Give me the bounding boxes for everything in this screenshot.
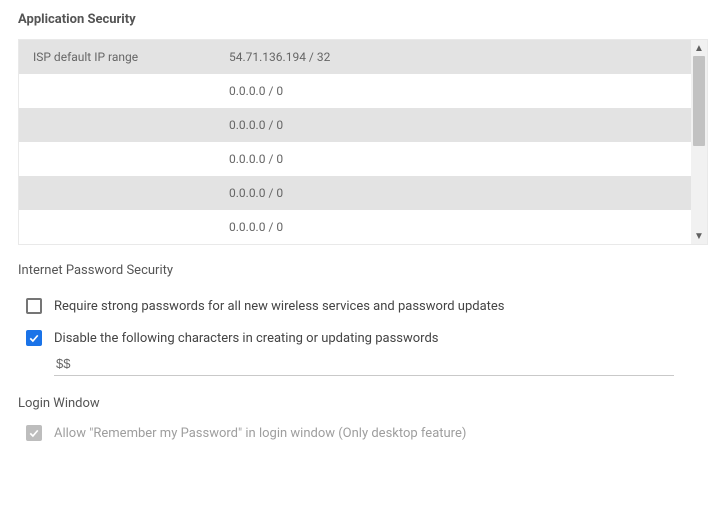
internet-password-security-header: Internet Password Security [18,263,708,278]
internet-password-security-section: Internet Password Security Require stron… [18,263,708,376]
ip-range-value: 54.71.136.194 / 32 [229,50,707,64]
ip-range-table-scroll: ISP default IP range54.71.136.194 / 32 0.… [19,40,707,244]
ip-range-row[interactable]: 0.0.0.0 / 0 [19,210,707,244]
ip-range-name: ISP default IP range [19,50,229,64]
remember-password-row: Allow "Remember my Password" in login wi… [18,417,708,449]
application-security-section: Application Security ISP default IP rang… [18,12,708,245]
disable-chars-label: Disable the following characters in crea… [54,331,439,346]
scroll-up-icon[interactable]: ▲ [691,40,707,56]
ip-range-row[interactable]: 0.0.0.0 / 0 [19,74,707,108]
ip-range-table: ISP default IP range54.71.136.194 / 32 0.… [18,39,708,245]
ip-range-row[interactable]: ISP default IP range54.71.136.194 / 32 [19,40,707,74]
scroll-thumb[interactable] [693,56,705,146]
table-scrollbar[interactable]: ▲ ▼ [691,40,707,244]
ip-range-value: 0.0.0.0 / 0 [229,84,707,98]
require-strong-checkbox[interactable] [26,298,42,314]
scroll-down-icon[interactable]: ▼ [691,228,707,244]
login-window-header: Login Window [18,396,708,411]
ip-range-value: 0.0.0.0 / 0 [229,220,707,234]
disable-chars-input-row [18,352,708,376]
login-window-section: Login Window Allow "Remember my Password… [18,396,708,449]
ip-range-value: 0.0.0.0 / 0 [229,152,707,166]
ip-range-row[interactable]: 0.0.0.0 / 0 [19,142,707,176]
remember-password-label: Allow "Remember my Password" in login wi… [54,426,466,441]
ip-range-value: 0.0.0.0 / 0 [229,186,707,200]
remember-password-checkbox [26,425,42,441]
ip-range-row[interactable]: 0.0.0.0 / 0 [19,108,707,142]
disable-chars-checkbox[interactable] [26,330,42,346]
disable-chars-row: Disable the following characters in crea… [18,322,708,354]
require-strong-label: Require strong passwords for all new wir… [54,299,505,314]
disable-chars-input[interactable] [54,352,674,376]
scroll-track[interactable] [691,56,707,228]
require-strong-row: Require strong passwords for all new wir… [18,290,708,322]
application-security-header: Application Security [18,12,708,27]
ip-range-value: 0.0.0.0 / 0 [229,118,707,132]
ip-range-row[interactable]: 0.0.0.0 / 0 [19,176,707,210]
